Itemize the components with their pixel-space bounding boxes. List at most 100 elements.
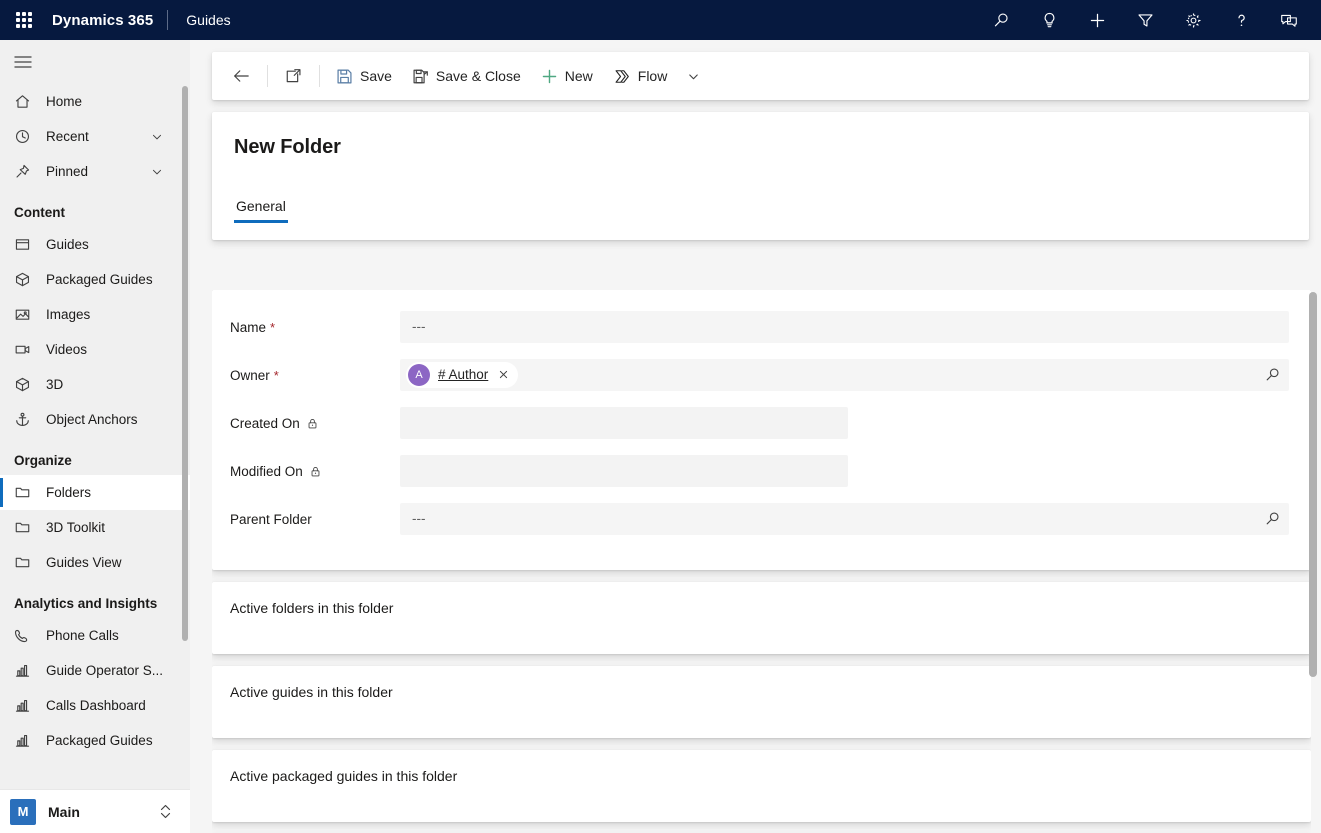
sidebar-item-object-anchors[interactable]: Object Anchors: [0, 402, 190, 437]
sidebar-item-pinned[interactable]: Pinned: [0, 154, 190, 189]
remove-icon[interactable]: [497, 368, 510, 381]
clock-icon: [14, 127, 36, 147]
section-title: Active guides in this folder: [230, 684, 1289, 700]
section-card: Active folders in this folder: [212, 582, 1311, 654]
sidebar-group-organize: Organize: [0, 437, 190, 475]
back-arrow-icon[interactable]: [222, 57, 261, 95]
cube-icon: [14, 375, 36, 395]
sidebar-item-label: Images: [46, 307, 90, 322]
field-label-created-on: Created On: [230, 416, 400, 431]
help-icon[interactable]: [1217, 0, 1265, 40]
owner-chip-label[interactable]: # Author: [438, 367, 488, 382]
sidebar-item-label: Object Anchors: [46, 412, 138, 427]
app-name-label[interactable]: Guides: [168, 12, 230, 28]
sidebar-item-label: Calls Dashboard: [46, 698, 146, 713]
chevron-down-icon[interactable]: [150, 130, 164, 144]
search-icon[interactable]: [977, 0, 1025, 40]
save-icon: [336, 68, 353, 85]
command-bar-divider: [319, 65, 320, 87]
required-indicator: *: [270, 321, 275, 334]
sidebar-item-packaged-guides[interactable]: Packaged Guides: [0, 262, 190, 297]
field-input-name[interactable]: ---: [400, 311, 1289, 343]
lock-icon: [309, 465, 322, 478]
feedback-icon[interactable]: [1265, 0, 1313, 40]
chart-icon: [14, 661, 36, 681]
site-map-toggle-button[interactable]: [0, 40, 190, 84]
sidebar-item-guides-view[interactable]: Guides View: [0, 545, 190, 580]
sidebar-item-phone-calls[interactable]: Phone Calls: [0, 618, 190, 653]
package-icon: [14, 270, 36, 290]
plus-icon[interactable]: [1073, 0, 1121, 40]
sidebar-item-label: Folders: [46, 485, 91, 500]
related-sections: Active folders in this folder Active guid…: [212, 582, 1311, 833]
avatar: A: [408, 364, 430, 386]
form-scrollbar[interactable]: [1309, 287, 1317, 833]
sidebar-group-content: Content: [0, 189, 190, 227]
owner-chip[interactable]: A # Author: [406, 362, 518, 388]
guide-card-icon: [14, 235, 36, 255]
phone-icon: [14, 626, 36, 646]
video-icon: [14, 340, 36, 360]
sidebar-item-folders[interactable]: Folders: [0, 475, 190, 510]
pop-out-icon[interactable]: [274, 57, 313, 95]
save-button-label: Save: [360, 68, 392, 84]
tab-general[interactable]: General: [234, 192, 288, 223]
field-input-parent-folder[interactable]: ---: [400, 503, 1289, 535]
save-and-close-button[interactable]: Save & Close: [402, 57, 531, 95]
sidebar-scrollbar-thumb[interactable]: [182, 86, 188, 641]
field-input-owner[interactable]: A # Author: [400, 359, 1289, 391]
sidebar-scrollbar[interactable]: [182, 86, 188, 786]
sidebar-item-images[interactable]: Images: [0, 297, 190, 332]
field-input-created-on: [400, 407, 848, 439]
flow-icon: [613, 68, 631, 85]
sidebar-item-label: Home: [46, 94, 82, 109]
sidebar-item-label: Guides: [46, 237, 89, 252]
general-section: Name * --- Owner * A # Author Created On Modifie…: [212, 290, 1311, 570]
folder-icon: [14, 518, 36, 538]
lightbulb-icon[interactable]: [1025, 0, 1073, 40]
field-label-text: Modified On: [230, 464, 303, 479]
required-indicator: *: [274, 369, 279, 382]
sidebar-item-packaged-guides[interactable]: Packaged Guides: [0, 723, 190, 758]
brand-title[interactable]: Dynamics 365: [48, 12, 167, 29]
sidebar-item-recent[interactable]: Recent: [0, 119, 190, 154]
sidebar-item-3d[interactable]: 3D: [0, 367, 190, 402]
app-launcher-button[interactable]: [0, 0, 48, 40]
up-down-chevron-icon: [159, 803, 180, 820]
chevron-down-icon[interactable]: [150, 165, 164, 179]
field-row-parent-folder: Parent Folder---: [230, 500, 1289, 538]
form-scrollbar-thumb[interactable]: [1309, 292, 1317, 677]
grid-icon: [16, 12, 32, 28]
anchor-icon: [14, 410, 36, 430]
sidebar-item-guides[interactable]: Guides: [0, 227, 190, 262]
sidebar-item-label: Pinned: [46, 164, 88, 179]
sidebar-item-3d-toolkit[interactable]: 3D Toolkit: [0, 510, 190, 545]
sidebar-item-label: Recent: [46, 129, 89, 144]
folder-icon: [14, 553, 36, 573]
header-actions: [977, 0, 1321, 40]
field-row-owner: Owner * A # Author: [230, 356, 1289, 394]
sidebar-item-videos[interactable]: Videos: [0, 332, 190, 367]
field-label-text: Name: [230, 320, 266, 335]
flow-chevron-down-icon[interactable]: [677, 57, 710, 95]
command-bar-divider: [267, 65, 268, 87]
image-icon: [14, 305, 36, 325]
lookup-search-icon[interactable]: [1264, 366, 1281, 383]
lookup-search-icon[interactable]: [1264, 510, 1281, 527]
app-switcher[interactable]: M Main: [0, 789, 190, 833]
gear-icon[interactable]: [1169, 0, 1217, 40]
sidebar-item-home[interactable]: Home: [0, 84, 190, 119]
section-card: Active packaged guides in this folder: [212, 750, 1311, 822]
sidebar: Home Recent Pinned Content Guides Packaged Gu…: [0, 40, 190, 833]
sidebar-item-calls-dashboard[interactable]: Calls Dashboard: [0, 688, 190, 723]
new-button[interactable]: New: [531, 57, 603, 95]
save-button[interactable]: Save: [326, 57, 402, 95]
filter-icon[interactable]: [1121, 0, 1169, 40]
field-label-text: Owner: [230, 368, 270, 383]
lock-icon: [306, 417, 319, 430]
flow-button[interactable]: Flow: [603, 57, 678, 95]
sidebar-item-label: Guide Operator S...: [46, 663, 163, 678]
sidebar-item-guide-operator-s[interactable]: Guide Operator S...: [0, 653, 190, 688]
sidebar-group-analytics-and-insights: Analytics and Insights: [0, 580, 190, 618]
save-and-close-icon: [412, 68, 429, 85]
